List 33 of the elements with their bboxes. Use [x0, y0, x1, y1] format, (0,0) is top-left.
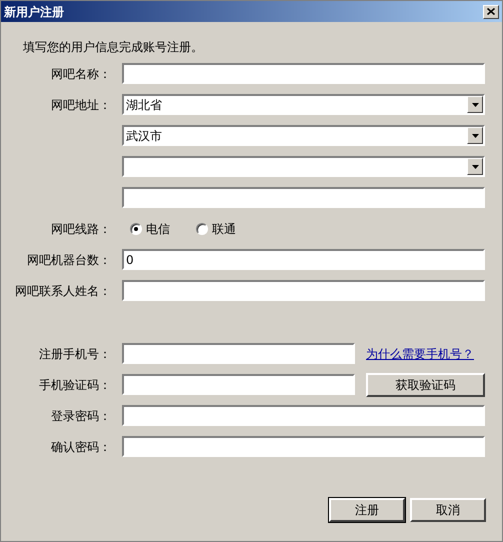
field-label: 网吧机器台数：	[27, 252, 111, 268]
help-link[interactable]: 为什么需要手机号？	[366, 344, 474, 362]
field-label: 网吧联系人姓名：	[15, 282, 111, 300]
input-field[interactable]	[122, 436, 485, 457]
dialog-button[interactable]: 注册	[329, 498, 405, 522]
dropdown-arrow-icon	[472, 134, 478, 138]
dropdown-arrow-icon	[472, 164, 478, 168]
input-field[interactable]	[122, 343, 355, 364]
dropdown[interactable]	[122, 156, 485, 177]
radio-option[interactable]: 电信	[130, 220, 170, 238]
field-label: 网吧地址：	[51, 96, 111, 114]
field-label: 注册手机号：	[39, 346, 111, 362]
radio-option[interactable]: 联通	[196, 220, 236, 238]
input-field[interactable]	[122, 374, 355, 395]
get-code-button[interactable]: 获取验证码	[366, 372, 485, 396]
dropdown[interactable]: 湖北省	[122, 94, 485, 115]
input-field[interactable]: 0	[122, 249, 485, 270]
intro-text: 填写您的用户信息完成账号注册。	[23, 40, 203, 54]
field-label: 网吧名称：	[51, 66, 111, 82]
window-title: 新用户注册	[4, 4, 64, 20]
input-field[interactable]	[122, 405, 485, 426]
close-button[interactable]	[483, 4, 499, 18]
input-field[interactable]	[122, 63, 485, 84]
dropdown[interactable]: 武汉市	[122, 125, 485, 146]
close-icon	[487, 8, 495, 15]
input-field[interactable]	[122, 187, 485, 208]
input-field[interactable]	[122, 280, 485, 301]
field-label: 确认密码：	[51, 438, 111, 456]
field-label: 手机验证码：	[39, 376, 111, 394]
dropdown-arrow-icon	[472, 102, 478, 106]
field-label: 网吧线路：	[51, 220, 111, 238]
field-label: 登录密码：	[51, 408, 111, 424]
dialog-button[interactable]: 取消	[410, 498, 486, 522]
